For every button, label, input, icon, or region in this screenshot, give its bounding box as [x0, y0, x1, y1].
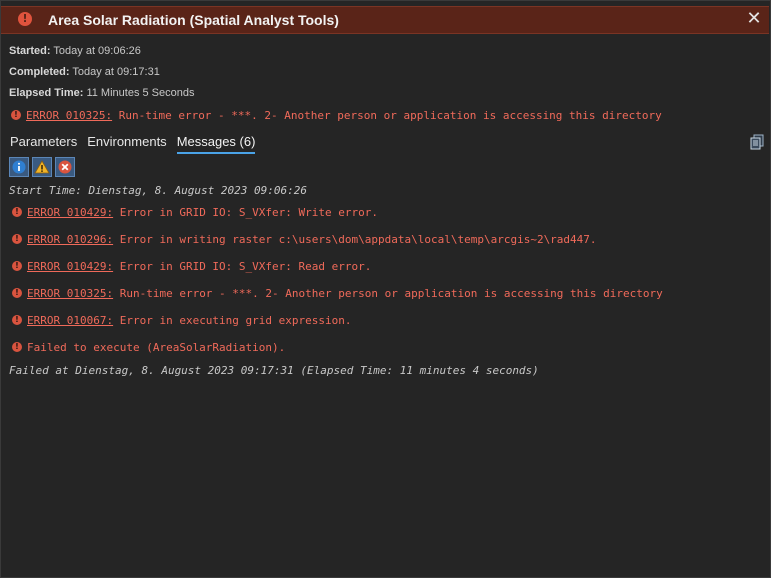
message-row: ! ERROR 010067: Error in executing grid e…	[12, 314, 352, 327]
error-code-link[interactable]: ERROR 010325:	[26, 109, 112, 122]
error-icon: !	[12, 261, 22, 271]
error-icon: !	[11, 110, 21, 120]
failed-at-message: Failed at Dienstag, 8. August 2023 09:17…	[9, 364, 539, 377]
error-filter-button[interactable]	[55, 157, 75, 177]
error-message: Error in GRID IO: S_VXfer: Read error.	[119, 260, 372, 273]
error-message: Error in GRID IO: S_VXfer: Write error.	[119, 206, 378, 219]
error-code-link[interactable]: ERROR 010296:	[27, 233, 113, 246]
summary-error: ! ERROR 010325: Run-time error - ***. 2- …	[11, 109, 662, 122]
info-filter-button[interactable]	[9, 157, 29, 177]
tab-environments[interactable]: Environments	[87, 134, 166, 154]
elapsed-row: Elapsed Time: 11 Minutes 5 Seconds	[9, 87, 194, 99]
details-tabs: Parameters Environments Messages (6)	[10, 134, 265, 154]
error-icon: !	[12, 315, 22, 325]
tab-messages[interactable]: Messages (6)	[176, 134, 256, 154]
message-filters	[9, 157, 75, 177]
tab-parameters[interactable]: Parameters	[10, 134, 77, 154]
copy-icon[interactable]	[750, 134, 766, 150]
error-icon: !	[18, 12, 32, 26]
started-value: Today at 09:06:26	[53, 45, 141, 57]
tool-title: Area Solar Radiation (Spatial Analyst To…	[48, 12, 339, 28]
completed-row: Completed: Today at 09:17:31	[9, 66, 160, 78]
error-icon: !	[12, 342, 22, 352]
error-code-link[interactable]: ERROR 010067:	[27, 314, 113, 327]
message-row: ! Failed to execute (AreaSolarRadiation).	[12, 341, 285, 354]
completed-value: Today at 09:17:31	[72, 66, 160, 78]
error-message: Error in executing grid expression.	[119, 314, 352, 327]
error-code-link[interactable]: ERROR 010325:	[27, 287, 113, 300]
close-button[interactable]: ✕	[745, 10, 763, 28]
elapsed-value: 11 Minutes 5 Seconds	[86, 87, 195, 99]
error-message: Run-time error - ***. 2- Another person …	[118, 109, 662, 122]
message-row: ! ERROR 010296: Error in writing raster c…	[12, 233, 597, 246]
elapsed-label: Elapsed Time:	[9, 87, 84, 99]
geoprocessing-details-window: ! Area Solar Radiation (Spatial Analyst …	[0, 0, 771, 578]
warning-filter-button[interactable]	[32, 157, 52, 177]
message-row: ! ERROR 010325: Run-time error - ***. 2- …	[12, 287, 663, 300]
error-message: Failed to execute (AreaSolarRadiation).	[27, 341, 286, 354]
warning-icon	[34, 160, 50, 174]
error-message: Run-time error - ***. 2- Another person …	[119, 287, 663, 300]
info-icon	[12, 160, 26, 174]
message-row: ! ERROR 010429: Error in GRID IO: S_VXfer…	[12, 260, 371, 273]
started-label: Started:	[9, 45, 51, 57]
start-time-message: Start Time: Dienstag, 8. August 2023 09:…	[9, 184, 308, 197]
message-row: ! ERROR 010429: Error in GRID IO: S_VXfer…	[12, 206, 378, 219]
started-row: Started: Today at 09:06:26	[9, 45, 141, 57]
error-icon: !	[12, 207, 22, 217]
error-code-link[interactable]: ERROR 010429:	[27, 260, 113, 273]
error-message: Error in writing raster c:\users\dom\app…	[119, 233, 597, 246]
error-code-link[interactable]: ERROR 010429:	[27, 206, 113, 219]
completed-label: Completed:	[9, 66, 70, 78]
error-icon: !	[12, 288, 22, 298]
error-icon	[58, 160, 72, 174]
error-icon: !	[12, 234, 22, 244]
title-bar: ! Area Solar Radiation (Spatial Analyst …	[1, 6, 769, 34]
